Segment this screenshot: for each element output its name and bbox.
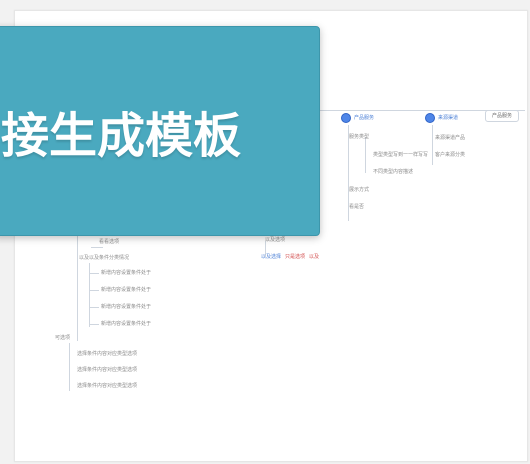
title-banner: 接生成模板 <box>0 26 320 236</box>
connector-line <box>69 343 70 391</box>
col1-item[interactable]: 不同类型内容描述 <box>373 169 413 175</box>
connector-line <box>432 125 433 165</box>
section-item[interactable]: 选择条件内容对应类型选项 <box>77 383 137 389</box>
col1-item[interactable]: 展示方式 <box>349 187 369 193</box>
connector-line <box>89 324 99 325</box>
col1-item[interactable]: 看是否 <box>349 204 364 210</box>
tree-item[interactable]: 看看选项 <box>99 239 119 245</box>
col2-item[interactable]: 客户来源分类 <box>435 152 465 158</box>
product-service-button[interactable]: 产品服务 <box>485 110 520 122</box>
tree-sub-item[interactable]: 新增内容设置条件处于 <box>101 304 151 310</box>
middle-link[interactable]: 以及选择 <box>261 254 281 260</box>
connector-line <box>89 307 99 308</box>
node-dot-icon <box>425 113 435 123</box>
node-source-channel[interactable]: 来源渠道 <box>425 113 458 123</box>
tree-sub-item[interactable]: 新增内容设置条件处于 <box>101 287 151 293</box>
col1-item[interactable]: 类型类型写到一一样写写 <box>373 152 428 158</box>
col1-item[interactable]: 服务类型 <box>349 134 369 140</box>
tree-group-label[interactable]: 以及以及条件分类情况 <box>79 255 129 261</box>
node-dot-icon <box>341 113 351 123</box>
connector-line <box>77 229 78 341</box>
middle-item[interactable]: 以及选项 <box>265 237 285 243</box>
middle-link-alert[interactable]: 只是选项 <box>285 254 305 260</box>
node-product-service[interactable]: 产品服务 <box>341 113 374 123</box>
connector-line <box>89 290 99 291</box>
col2-item[interactable]: 来源渠道产品 <box>435 135 465 141</box>
middle-item-row: 以及选择 只是选项 以及 <box>261 254 319 260</box>
banner-title: 接生成模板 <box>1 108 242 164</box>
connector-line <box>89 273 99 274</box>
node-product-service-label: 产品服务 <box>354 115 375 121</box>
section-item[interactable]: 选择条件内容对应类型选项 <box>77 351 137 357</box>
section-item[interactable]: 选择条件内容对应类型选项 <box>77 367 137 373</box>
middle-link-alert[interactable]: 以及 <box>309 254 319 260</box>
section-label[interactable]: 可选项 <box>55 335 70 341</box>
connector-line <box>91 247 103 248</box>
connector-line <box>365 137 366 173</box>
tree-sub-item[interactable]: 新增内容设置条件处于 <box>101 270 151 276</box>
node-source-channel-label: 来源渠道 <box>438 115 459 121</box>
tree-sub-item[interactable]: 新增内容设置条件处于 <box>101 321 151 327</box>
